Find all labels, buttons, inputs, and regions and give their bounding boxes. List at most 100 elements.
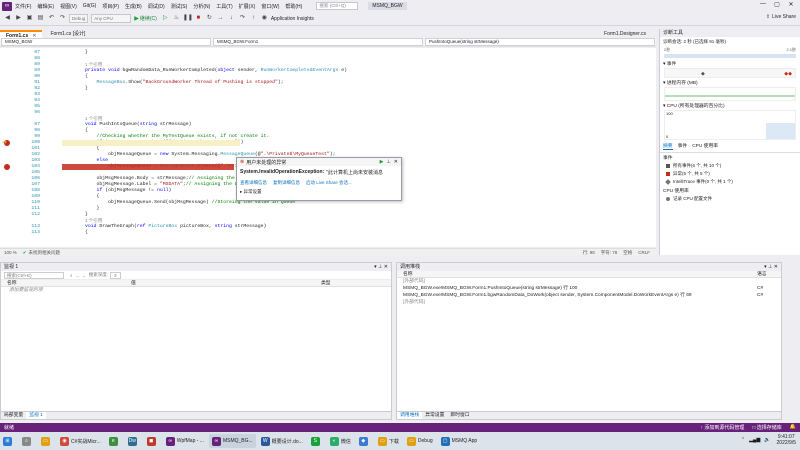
code-line[interactable]: { [62,194,100,199]
taskbar-app[interactable]: ∞ WpfMap - ... [163,434,207,448]
menu-project[interactable]: 项目(P) [102,3,119,10]
code-line[interactable]: { [62,74,88,79]
forward-icon[interactable]: ▶ [14,14,23,23]
cpu-chart[interactable]: 100 0 [664,110,796,140]
list-item[interactable]: 异常(5 个, 共 5 个) [660,170,800,178]
member-dropdown[interactable]: PushIntoQueue(string strMessage) [425,38,655,46]
add-watch-item[interactable]: 添加要监视的项 [1,287,43,294]
menu-debug[interactable]: 调试(D) [148,3,165,10]
taskbar-app[interactable]: ◆ [356,434,373,448]
save-all-icon[interactable]: ▤ [36,14,45,23]
step-out-icon[interactable]: ↑ [249,14,258,23]
platform-select[interactable]: Any CPU [91,14,132,23]
taskbar-app[interactable]: ▢ MSMQ App [438,434,481,448]
close-icon[interactable]: ✕ [784,1,798,8]
memory-section[interactable]: ▾ 进程内存 (MB) [660,78,800,87]
event-marker-icon[interactable]: ◆ [701,71,705,77]
taskbar-app[interactable]: e [106,434,123,448]
add-to-source-control[interactable]: ↑ 添加到源代码管理 [700,424,744,431]
application-insights-label[interactable]: Application Insights [271,16,314,22]
tab-form1-designer-view[interactable]: Form1.cs [设计] [44,30,91,38]
menu-edit[interactable]: 编辑(E) [37,3,54,10]
table-row[interactable]: [外部代码] [397,278,781,285]
menu-help[interactable]: 帮助(H) [285,3,302,10]
taskbar-app[interactable]: ◼ [144,434,161,448]
search-input[interactable]: 搜索 (Ctrl+Q) [316,2,359,10]
table-row[interactable]: 添加要监视的项 [1,287,391,294]
breakpoint-icon[interactable] [4,164,10,170]
project-dropdown[interactable]: MSMQ_BGW [1,38,211,46]
code-line[interactable]: void DrawTheGraph(ref PictureBox picture… [62,224,266,229]
copy-details-link[interactable]: 复制详细信息 [273,180,300,186]
code-line[interactable]: //Checking whether the MyTestQueue exist… [62,134,270,139]
tab-call-stack[interactable]: 调用堆栈 [397,412,423,419]
tab-locals[interactable]: 局部变量 [1,412,26,419]
code-line[interactable]: if (objMsgMessage != null) [62,188,172,193]
exception-settings[interactable]: ▸ 异常设置 [237,186,401,195]
menu-git[interactable]: Git(G) [83,3,97,9]
code-line[interactable]: } [62,206,100,211]
code-line[interactable]: } [62,50,88,55]
class-dropdown[interactable]: MSMQ_BGW.Form1 [213,38,423,46]
intellitrace-link[interactable]: IntelliTrace 事件(0 个, 共 1 个) [673,179,733,185]
clock[interactable]: 9:41:07 2022/9/5 [777,434,796,446]
stop-icon[interactable]: ■ [194,14,203,23]
tab-form1-cs[interactable]: Form1.cs ✕ [0,30,43,39]
pin-icon[interactable]: ▾ ⊥ ✕ [764,263,778,271]
menu-view[interactable]: 视图(V) [60,3,77,10]
taskbar-search[interactable]: ⌕ [19,434,36,448]
start-button[interactable]: ⊞ [0,434,17,448]
zoom-level[interactable]: 100 % [4,250,17,255]
taskbar-app[interactable]: ∞ MSMQ_BG... [208,434,256,448]
step-into-icon[interactable]: ↓ [227,14,236,23]
close-icon[interactable]: ✕ [394,159,398,165]
menu-extensions[interactable]: 扩展(X) [239,3,256,10]
menu-tools[interactable]: 工具(T) [216,3,232,10]
list-item[interactable]: 所有事件(6 个, 共 10 个) [660,162,800,170]
code-line[interactable]: MessageBox.Show("BackGroundWorker Thread… [62,80,284,85]
tab-events[interactable]: 事件 [678,142,688,150]
code-line[interactable]: { [62,128,88,133]
search-depth-select[interactable]: 3 [110,271,121,279]
code-line[interactable]: { [62,146,100,151]
menu-file[interactable]: 文件(F) [15,3,31,10]
taskbar-app[interactable]: Dw [125,434,142,448]
continue-icon[interactable]: ▶ [380,159,384,165]
code-editor[interactable]: 87 88 89 89 90 91 92 93 94 95 96 97 98 99 100 101 102 103… [0,48,656,247]
restart-icon[interactable]: ↻ [205,14,214,23]
step-over-icon[interactable]: ↷ [238,14,247,23]
cpu-section[interactable]: ▾ CPU (所有处理器的百分比) [660,101,800,110]
taskbar-app[interactable]: S [308,434,325,448]
code-line[interactable]: void PushIntoQueue(string strMessage) [62,122,192,127]
events-track[interactable]: ◆ ◆◆ [664,68,796,78]
run-without-debug-icon[interactable]: ▷ [161,14,170,23]
back-icon[interactable]: ◀ [3,14,12,23]
network-icon[interactable]: ▂▄▆ [749,437,760,443]
notifications-icon[interactable]: 🔔 [790,424,796,431]
show-next-statement-icon[interactable]: → [216,14,225,23]
application-insights-icon[interactable]: ◉ [260,14,269,23]
live-share-icon[interactable]: ⇪ [766,14,770,20]
table-row[interactable]: [外部代码] [397,299,781,306]
undo-icon[interactable]: ↶ [47,14,56,23]
whitespace-mode[interactable]: 空格 [623,250,632,256]
code-line[interactable]: else [62,158,109,163]
code-line[interactable]: } [62,86,88,91]
tab-form1-designer-cs[interactable]: Form1.Designer.cs [598,30,652,38]
chevron-up-icon[interactable]: ⌃ [741,437,745,443]
taskbar-app[interactable]: ◐ 微信 [327,434,354,448]
tab-summary[interactable]: 摘要 [663,142,673,150]
column-language[interactable]: 语言 [757,271,767,277]
tab-exception-settings[interactable]: 异常设置 [422,412,447,419]
watch-search-input[interactable]: 搜索(Ctrl+E) [4,271,64,279]
menu-analyze[interactable]: 分析(N) [193,3,210,10]
code-line[interactable]: } [62,212,88,217]
events-section[interactable]: ▾ 事件 [660,59,800,68]
column-name[interactable]: 名称 [397,271,757,277]
column-value[interactable]: 值 [131,280,321,286]
table-row[interactable]: MSMQ_BGW.exe!MSMQ_BGW.Form1.PushIntoQueu… [397,285,781,292]
pin-icon[interactable]: ⊥ [386,159,390,165]
all-events-link[interactable]: 所有事件(6 个, 共 10 个) [673,163,721,169]
code-line[interactable]: objMsgMessage.Label = "MSDATA";// Assign… [62,182,250,187]
navigate-arrows-icon[interactable]: ← → [76,273,86,278]
